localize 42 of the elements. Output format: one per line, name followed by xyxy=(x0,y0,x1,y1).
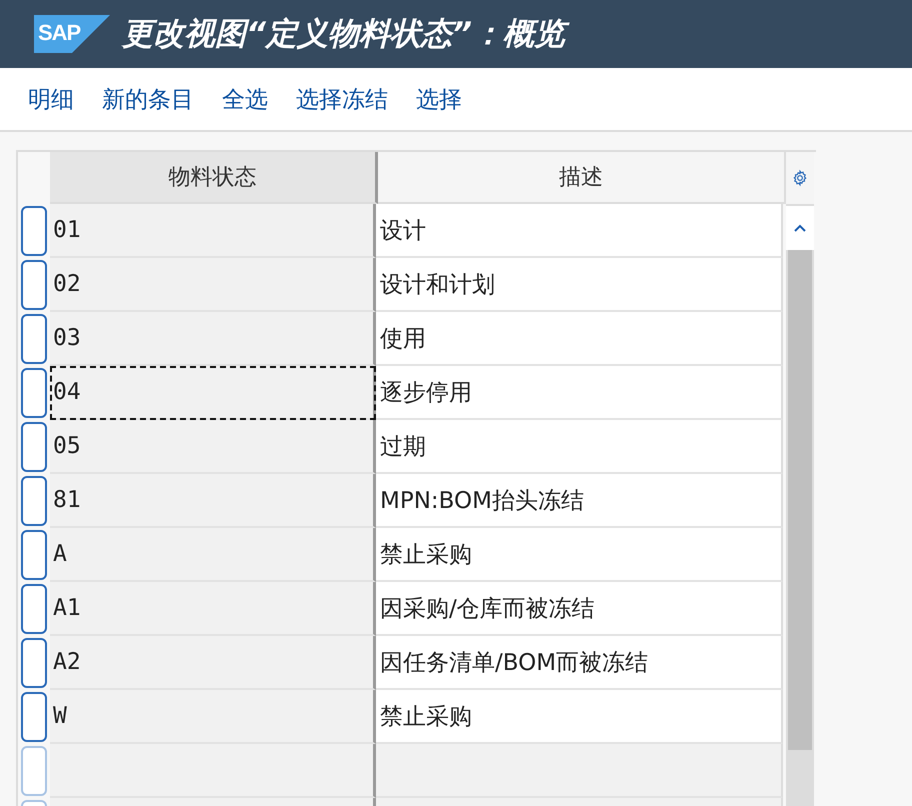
row-selector[interactable] xyxy=(21,692,47,742)
toolbar-button[interactable]: 选择 xyxy=(402,80,476,118)
row-selector[interactable] xyxy=(21,638,47,688)
description-cell: 因任务清单/BOM而被冻结 xyxy=(376,636,783,690)
row-selector[interactable] xyxy=(21,314,47,364)
status-code-cell: 81 xyxy=(50,474,376,528)
column-header[interactable]: 物料状态 xyxy=(50,152,378,204)
column-header[interactable]: 描述 xyxy=(378,152,786,204)
chevron-up-icon xyxy=(793,223,807,233)
description-cell: 过期 xyxy=(376,420,783,474)
toolbar-button[interactable]: 明细 xyxy=(14,80,88,118)
status-code-cell: W xyxy=(50,690,376,744)
description-cell: 使用 xyxy=(376,312,783,366)
status-code-cell: 05 xyxy=(50,420,376,474)
status-code-cell: 04 xyxy=(50,366,376,420)
description-cell: 禁止采购 xyxy=(376,528,783,582)
row-selector[interactable] xyxy=(21,368,47,418)
description-cell: 禁止采购 xyxy=(376,690,783,744)
row-selector[interactable] xyxy=(21,206,47,256)
status-code-cell: 01 xyxy=(50,204,376,258)
toolbar-button[interactable]: 新的条目 xyxy=(88,80,208,118)
logo: SAP xyxy=(34,15,110,53)
status-code-cell: 02 xyxy=(50,258,376,312)
status-code-cell: A2 xyxy=(50,636,376,690)
toolbar-button[interactable]: 选择冻结 xyxy=(282,80,402,118)
row-selector[interactable] xyxy=(21,584,47,634)
row-selector[interactable] xyxy=(21,530,47,580)
status-code-cell: A xyxy=(50,528,376,582)
status-code-cell: 03 xyxy=(50,312,376,366)
scrollbar-thumb[interactable] xyxy=(788,250,812,750)
description-cell: 设计和计划 xyxy=(376,258,783,312)
row-selector[interactable] xyxy=(21,422,47,472)
description-cell: 因采购/仓库而被冻结 xyxy=(376,582,783,636)
description-cell: 逐步停用 xyxy=(376,366,783,420)
window-title: 更改视图“定义物料状态”：概览 xyxy=(122,10,575,58)
settings-icon[interactable] xyxy=(791,169,809,187)
description-cell: MPN:BOM抬头冻结 xyxy=(376,474,783,528)
description-cell: 设计 xyxy=(376,204,783,258)
row-selector[interactable] xyxy=(21,476,47,526)
row-selector[interactable] xyxy=(21,260,47,310)
status-code-cell: A1 xyxy=(50,582,376,636)
toolbar-button[interactable]: 全选 xyxy=(208,80,282,118)
